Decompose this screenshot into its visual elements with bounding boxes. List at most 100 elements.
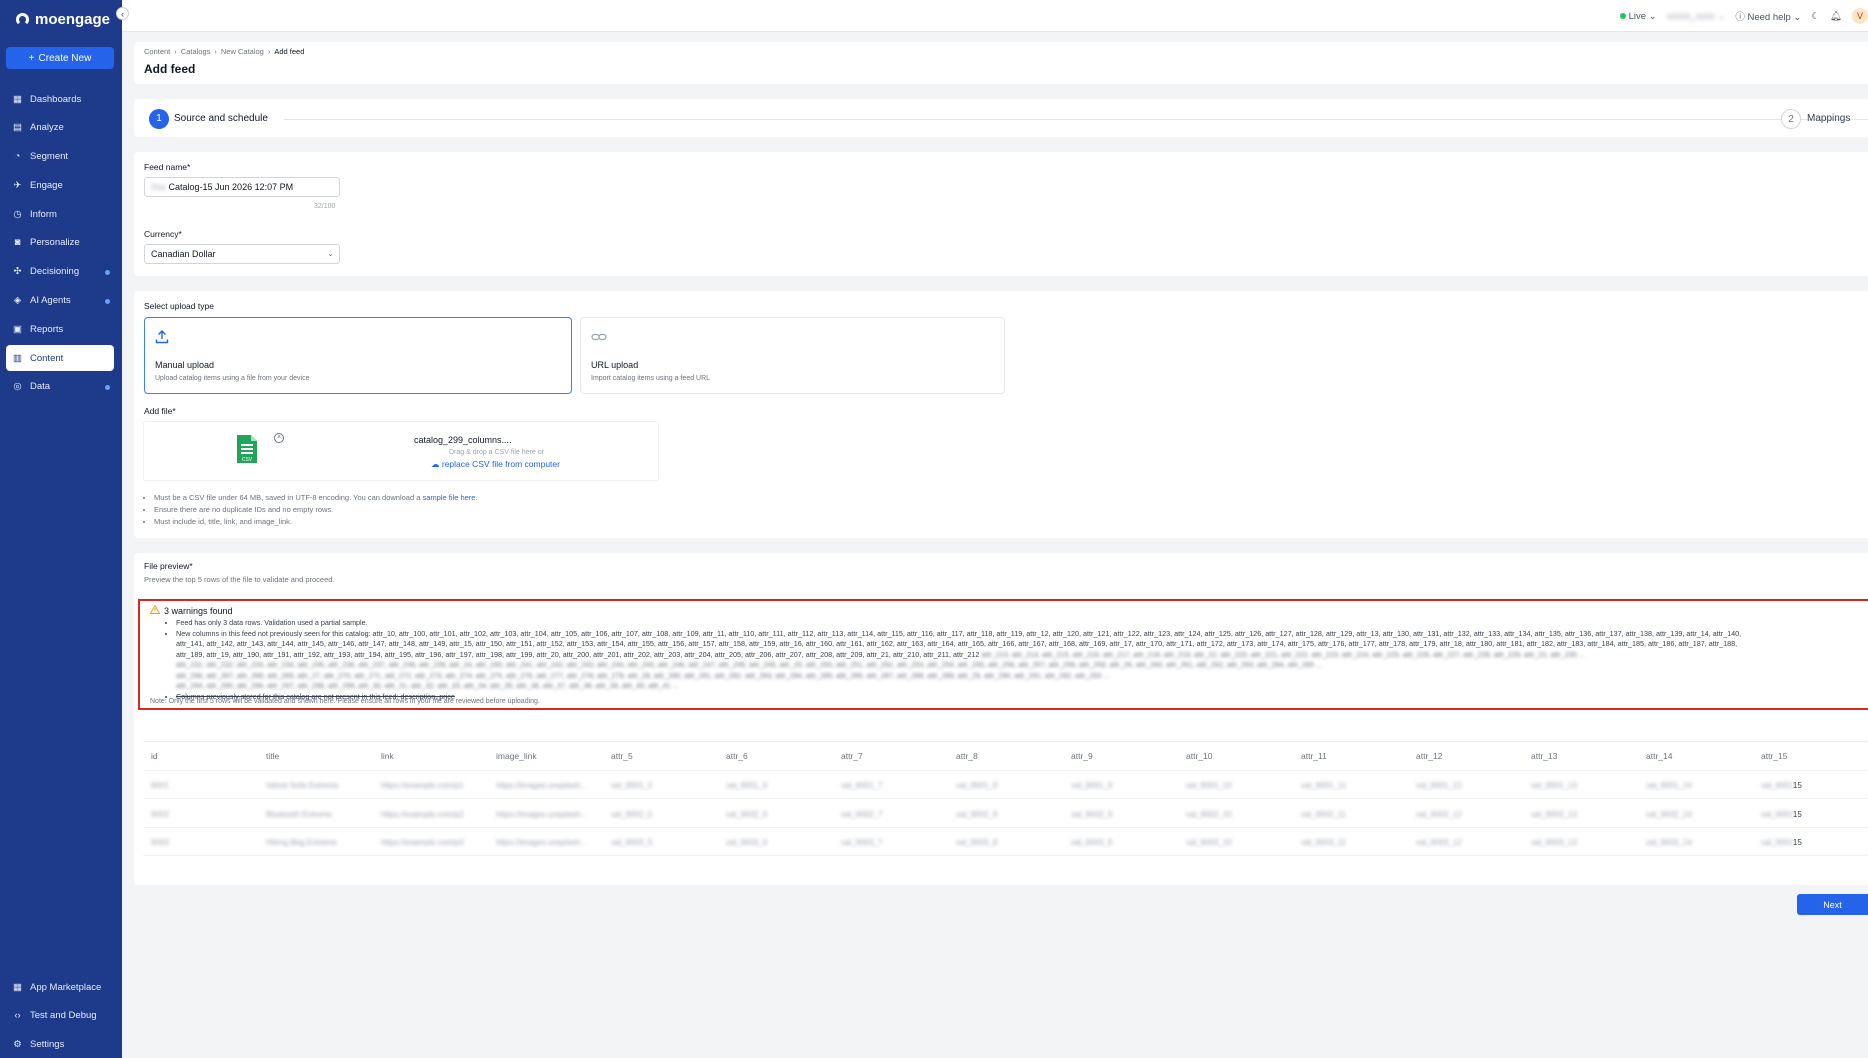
stepper: 1 Source and schedule 2 Mappings [134, 99, 1868, 137]
bell-icon[interactable]: 🔔︎ [1830, 11, 1842, 22]
table-cell: val_9001_10 [1178, 777, 1293, 791]
cell-value: Velvet Sofa Extreme [266, 781, 339, 791]
sidebar-item-content[interactable]: ▥ Content [6, 345, 114, 372]
sidebar-bottom-nav: ▦ App Marketplace ‹› Test and Debug ⚙ Setting… [6, 974, 114, 1058]
warning-2-overflow: attr_294, attr_295, attr_296, attr_297, … [176, 681, 679, 690]
table-cell: val_9001_8 [948, 777, 1063, 791]
table-cell: https://images.unsplash... [488, 834, 603, 848]
cell-value: val_9001 [1761, 838, 1793, 848]
warnings-list: Feed has only 3 data rows. Validation us… [176, 618, 1856, 702]
cell-value: val_9003_13 [1531, 838, 1577, 848]
sidebar-item-personalize[interactable]: ◙ Personalize [6, 230, 114, 256]
top-bar-actions: Live ⌄ xxxxx_xxxx ⌄ ⓘ Need help ⌄ ☾ 🔔︎ V [1619, 8, 1868, 24]
url-upload-title: URL upload [591, 360, 639, 370]
manual-upload-title: Manual upload [155, 360, 215, 370]
column-header: id [151, 750, 158, 761]
sidebar-item-label: Dashboards [30, 93, 82, 105]
column-header: attr_11 [1301, 750, 1327, 761]
feed-name-input[interactable]: Xxx Catalog-15 Jun 2026 12:07 PM [144, 177, 340, 197]
breadcrumb-catalogs[interactable]: Catalogs [181, 47, 211, 56]
next-button[interactable]: Next [1797, 894, 1868, 915]
currency-label: Currency* [144, 229, 182, 239]
table-row: 9001 Velvet Sofa Extreme https://example.c… [143, 771, 1868, 799]
table-cell: val_9003_11 [1293, 834, 1408, 848]
cell-value: https://images.unsplash... [496, 838, 587, 848]
help-icon: ⓘ [1735, 12, 1745, 23]
file-drop-zone[interactable]: CSV × catalog_299_columns.... Drag & dro… [143, 421, 659, 481]
sidebar-item-label: Inform [30, 208, 57, 220]
environment-selector[interactable]: Live ⌄ [1619, 11, 1657, 22]
cell-value: val_9003_10 [1186, 838, 1232, 848]
breadcrumb-content[interactable]: Content [144, 47, 170, 56]
table-cell: val_900115 [1753, 777, 1868, 791]
chevron-down-icon: ⌄ [327, 249, 334, 258]
remove-file-icon[interactable]: × [274, 433, 284, 443]
marketplace-icon: ▦ [13, 981, 22, 993]
ai-agents-icon: ◈ [13, 295, 22, 307]
rule-1-text: Must be a CSV file under 64 MB, saved in… [154, 493, 421, 502]
sidebar-item-reports[interactable]: ▣ Reports [6, 316, 114, 342]
sidebar-item-data[interactable]: ◎ Data [6, 374, 114, 400]
sidebar-item-inform[interactable]: ◷ Inform [6, 201, 114, 227]
table-cell: val_9001_11 [1293, 777, 1408, 791]
cell-value: val_9001_10 [1186, 781, 1232, 791]
sidebar-item-analyze[interactable]: ▤ Analyze [6, 115, 114, 141]
sidebar-item-decisioning[interactable]: ✣ Decisioning [6, 259, 114, 285]
cell-value: val_9001_12 [1416, 781, 1462, 791]
file-requirements: Must be a CSV file under 64 MB, saved in… [154, 492, 478, 528]
sidebar-item-label: Analyze [30, 122, 64, 134]
sidebar: moengage ‹ + Create New ▦ Dashboards ▤ Anal… [0, 0, 129, 1058]
collapse-sidebar-icon[interactable]: ‹ [116, 7, 129, 20]
sidebar-item-label: Personalize [30, 237, 80, 249]
breadcrumb-new-catalog[interactable]: New Catalog [221, 47, 264, 56]
sidebar-item-label: Settings [30, 1039, 65, 1051]
sidebar-item-segment[interactable]: ◔ Segment [6, 144, 114, 170]
sidebar-item-dashboards[interactable]: ▦ Dashboards [6, 86, 114, 112]
cell-value: val_9002_8 [956, 809, 998, 819]
cell-value: val_9003_9 [1071, 838, 1113, 848]
warning-item: Feed has only 3 data rows. Validation us… [176, 618, 1856, 629]
manual-upload-option[interactable]: Manual upload Upload catalog items using… [144, 317, 572, 394]
cell-value: val_9002_11 [1301, 809, 1347, 819]
sidebar-item-label: Reports [30, 323, 64, 335]
cell-value: https://example.com/p3 [381, 838, 464, 848]
sidebar-item-app-marketplace[interactable]: ▦ App Marketplace [6, 974, 114, 1000]
workspace-selector[interactable]: xxxxx_xxxx ⌄ [1667, 11, 1726, 22]
step-1-label: Source and schedule [174, 113, 268, 124]
new-indicator-dot [105, 298, 110, 304]
step-2-indicator: 2 [1781, 109, 1801, 129]
sidebar-item-settings[interactable]: ⚙ Settings [6, 1032, 114, 1058]
avatar[interactable]: V [1852, 8, 1868, 24]
sidebar-item-ai-agents[interactable]: ◈ AI Agents [6, 288, 114, 314]
create-new-button[interactable]: + Create New [6, 47, 114, 69]
sample-file-link[interactable]: sample file here. [423, 493, 478, 502]
table-body: 9001 Velvet Sofa Extreme https://example.c… [143, 771, 1868, 856]
link-icon [591, 330, 607, 347]
sidebar-item-test-and-debug[interactable]: ‹› Test and Debug [6, 1003, 114, 1029]
engage-icon: ✈ [13, 179, 22, 191]
table-cell: val_9002_10 [1178, 806, 1293, 820]
dark-mode-icon[interactable]: ☾ [1811, 11, 1820, 22]
column-header: link [381, 750, 394, 761]
cell-value: val_9003_11 [1301, 838, 1347, 848]
url-upload-desc: Import catalog items using a feed URL [591, 375, 711, 382]
top-bar: Live ⌄ xxxxx_xxxx ⌄ ⓘ Need help ⌄ ☾ 🔔︎ V [122, 0, 1868, 32]
replace-file-link[interactable]: ☁ replace CSV file from computer [431, 459, 560, 470]
column-header: attr_12 [1416, 750, 1443, 761]
need-help-menu[interactable]: ⓘ Need help ⌄ [1735, 9, 1801, 23]
currency-select[interactable]: Canadian Dollar ⌄ [144, 244, 340, 264]
cell-value: val_9002_9 [1071, 809, 1113, 819]
table-cell: val_9001_13 [1523, 777, 1638, 791]
brand-logo[interactable]: moengage [16, 9, 110, 29]
url-upload-option[interactable]: URL upload Import catalog items using a … [580, 317, 1005, 394]
warning-2-overflow: attr_213, attr_214, attr_215, attr_216, … [981, 649, 1585, 659]
file-preview-label: File preview* [144, 561, 193, 571]
new-indicator-dot [105, 384, 110, 390]
warning-2-line-3: attr_189, attr_19, attr_190, attr_191, a… [176, 649, 980, 659]
sidebar-item-engage[interactable]: ✈ Engage [6, 172, 114, 198]
column-header: attr_14 [1646, 750, 1673, 761]
sidebar-item-label: Content [30, 352, 64, 364]
table-cell: 9002 [143, 806, 258, 820]
svg-text:CSV: CSV [242, 457, 253, 463]
cell-visible-suffix: 15 [1792, 781, 1802, 791]
